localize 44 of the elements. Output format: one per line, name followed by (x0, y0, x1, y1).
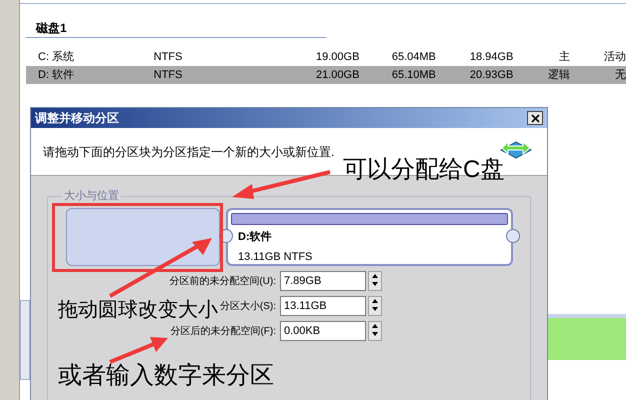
arrow (109, 337, 168, 364)
partition-detail: 13.11GB NTFS (238, 250, 314, 264)
size-input[interactable]: 13.11GB (280, 296, 366, 316)
up-icon (372, 324, 378, 328)
field-label: 分区前的未分配空间(U): (169, 274, 276, 288)
table-cell-text: 逻辑 (547, 68, 570, 83)
size-input[interactable]: 0.00KB (280, 321, 366, 341)
partition-row[interactable]: D: 软件 NTFS 21.00GB 65.10MB 20.93GB 逻辑 无 (26, 66, 626, 84)
table-cell-text: 20.93GB (468, 68, 514, 83)
table-cell-text: NTFS (154, 68, 184, 83)
size-input[interactable]: 7.89GB (280, 271, 366, 291)
annotation-text: 拖动圆球改变大小 (58, 300, 218, 320)
down-icon (372, 332, 378, 336)
down-icon (372, 282, 378, 286)
instruction-text: 请拖动下面的分区块为分区指定一个新的大小或新位置. (43, 144, 334, 160)
window-title: 调整并移动分区 (35, 110, 119, 127)
up-icon (372, 274, 378, 278)
table-cell-text: NTFS (154, 50, 184, 65)
table-cell-text: D: 软件 (37, 68, 76, 83)
close-button[interactable] (527, 111, 543, 125)
field-label: 分区后的未分配空间(F): (170, 324, 276, 338)
table-cell-text: 19.00GB (315, 50, 360, 65)
annotation-text: 可以分配给C盘 (343, 158, 504, 182)
close-icon (530, 114, 540, 122)
annotation-text: 或者输入数字来分区 (58, 364, 274, 388)
table-cell-text: C: 系统 (37, 50, 76, 65)
table-cell-text: 21.00GB (315, 68, 360, 83)
table-cell-text: 主 (558, 50, 570, 65)
spin-button[interactable] (368, 271, 382, 291)
spin-button[interactable] (368, 321, 382, 341)
table-cell-text: 65.04MB (390, 50, 436, 65)
partition-block[interactable]: D:软件 13.11GB NTFS (226, 208, 513, 266)
partition-row[interactable]: C: 系统 NTFS 19.00GB 65.04MB 18.94GB 主 活动 (26, 48, 626, 66)
resize-handle[interactable] (506, 229, 520, 243)
partition-name: D:软件 (238, 230, 273, 245)
table-cell-text: 活动 (603, 50, 626, 65)
table-cell-text: 18.94GB (468, 50, 514, 65)
spin-button[interactable] (368, 296, 382, 316)
field-label: 分区大小(S): (220, 300, 276, 314)
table-cell-text: 65.10MB (390, 68, 436, 83)
down-icon (372, 307, 378, 311)
disk-title: 磁盘1 (26, 18, 326, 38)
up-icon (372, 299, 378, 303)
table-cell-text: 无 (614, 68, 626, 83)
